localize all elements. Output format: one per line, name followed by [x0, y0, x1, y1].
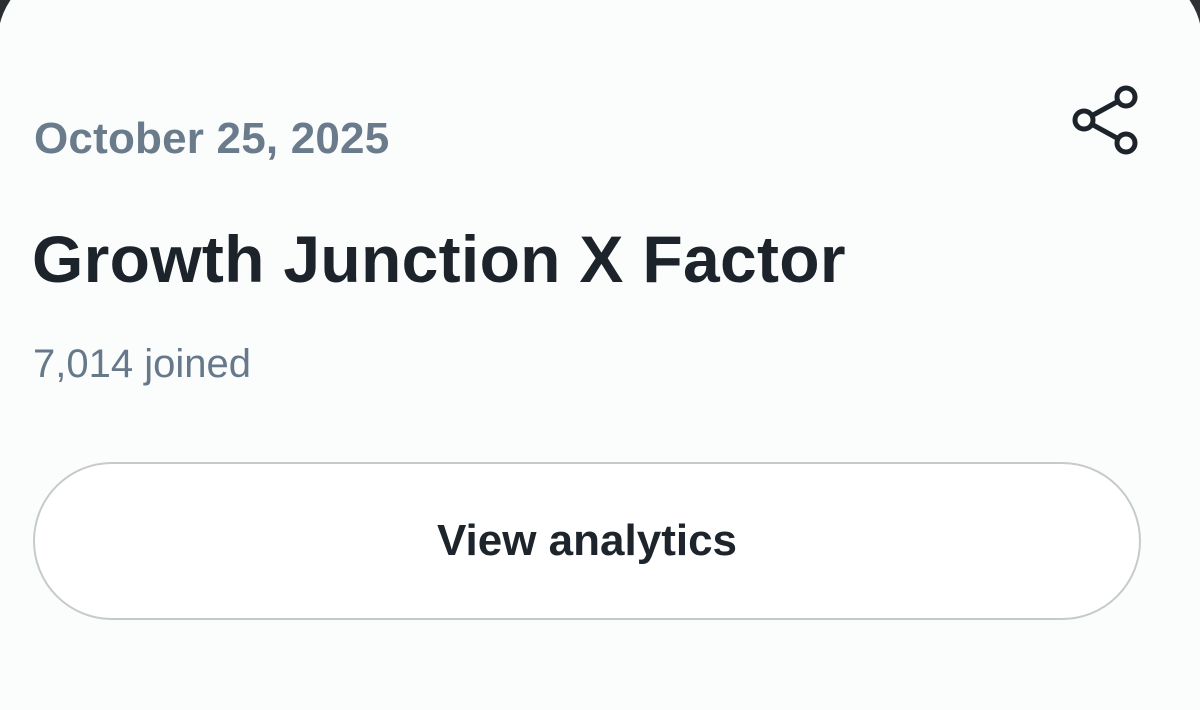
- event-card: October 25, 2025 Growth Junction X Facto…: [0, 0, 1200, 710]
- event-date: October 25, 2025: [34, 114, 390, 163]
- share-button[interactable]: [1064, 80, 1144, 160]
- view-analytics-label: View analytics: [436, 516, 738, 565]
- joined-count: 7,014 joined: [33, 342, 251, 386]
- view-analytics-button[interactable]: View analytics: [33, 462, 1141, 620]
- share-icon: [1072, 85, 1138, 155]
- event-title: Growth Junction X Factor: [32, 222, 846, 296]
